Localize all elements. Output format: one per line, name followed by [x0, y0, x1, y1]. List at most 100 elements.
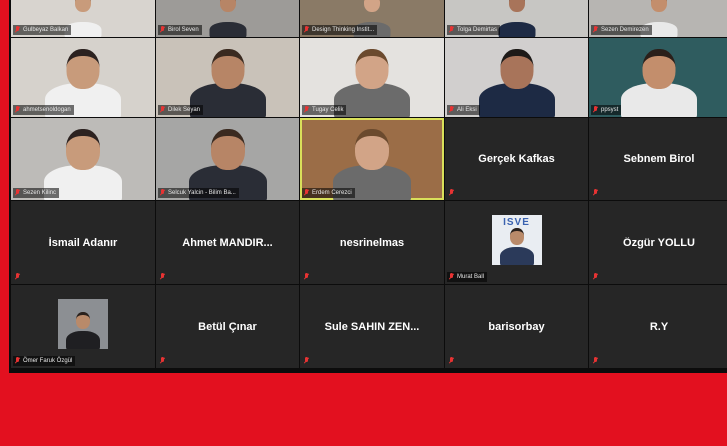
participant-name-label: Ali Eksi — [457, 107, 477, 113]
participant-tile[interactable]: Dilek Seyan — [156, 38, 299, 117]
participant-name-tag: Selcuk Yalcin - Bilim Ba... — [158, 188, 239, 198]
participant-name-label: ahmetsenoldogan — [23, 107, 71, 113]
participant-name-label: Ömer Faruk Özgül — [23, 358, 73, 364]
profile-photo-body — [66, 330, 100, 349]
participant-profile-photo: ISVE — [491, 214, 542, 265]
mic-muted-icon — [303, 189, 310, 197]
participant-name-tag: Tolga Demirtas — [447, 25, 501, 35]
participant-tile[interactable]: Selcuk Yalcin - Bilim Ba... — [156, 118, 299, 200]
participant-video-face — [355, 49, 389, 89]
participant-name-tag: Tugay Celik — [302, 105, 347, 115]
participant-tile[interactable]: Ömer Faruk Özgül — [11, 285, 155, 368]
participant-name: R.Y — [649, 320, 669, 333]
participant-tile[interactable]: Özgür YOLLU — [589, 201, 727, 284]
participant-name-label: Selcuk Yalcin - Bilim Ba... — [168, 190, 236, 196]
participant-tile[interactable]: ahmetsenoldogan — [11, 38, 155, 117]
profile-photo-body — [499, 246, 534, 265]
mic-muted-icon — [592, 273, 599, 281]
participant-video-face — [75, 0, 91, 12]
participant-tile[interactable]: Sebnem Birol — [589, 118, 727, 200]
participant-video-face — [210, 129, 245, 170]
participant-tile[interactable]: Sezen Demirezen — [589, 0, 727, 37]
mic-muted-icon — [303, 273, 310, 281]
participant-name: Sule SAHIN ZEN... — [324, 320, 420, 333]
participant-name-label: ppsyst — [601, 107, 619, 113]
participant-name: Sebnem Birol — [623, 153, 695, 165]
participant-tile[interactable]: Sule SAHIN ZEN... — [300, 285, 444, 368]
mic-muted-icon — [448, 357, 455, 365]
profile-photo-logo-text: ISVE — [503, 216, 530, 228]
participant-name-tag: ppsyst — [591, 105, 622, 115]
participant-tile[interactable]: Gulbeyaz Balkan — [11, 0, 155, 37]
participant-name: Özgür YOLLU — [623, 236, 695, 249]
participant-name-label: Tugay Celik — [312, 107, 344, 113]
participant-tile[interactable]: nesrinelmas — [300, 201, 444, 284]
participant-tile[interactable]: barisorbay — [445, 285, 588, 368]
participant-name: İsmail Adanır — [48, 236, 118, 249]
participant-video-face — [66, 129, 100, 170]
mic-muted-icon — [592, 26, 599, 34]
mic-muted-icon — [592, 106, 599, 114]
mic-muted-icon — [592, 189, 599, 197]
mic-muted-icon — [14, 273, 21, 281]
participant-name-tag: Gulbeyaz Balkan — [13, 25, 72, 35]
participant-tile[interactable]: Erdem Cerezci — [300, 118, 444, 200]
participant-tile[interactable]: Ahmet MANDIR... — [156, 201, 299, 284]
mic-muted-icon — [159, 189, 166, 197]
mic-muted-icon — [592, 357, 599, 365]
participant-video-face — [211, 49, 244, 89]
participant-name-tag: Murat Ball — [447, 272, 488, 282]
participant-name: nesrinelmas — [339, 236, 405, 249]
participant-tile[interactable]: Betül Çınar — [156, 285, 299, 368]
participant-name-tag: Dilek Seyan — [158, 105, 204, 115]
participant-name-tag: Sezen Kilinc — [13, 188, 60, 198]
participant-video-face — [219, 0, 236, 12]
participant-tile[interactable]: Sezen Kilinc — [11, 118, 155, 200]
participant-name-label: Gulbeyaz Balkan — [23, 27, 69, 33]
participant-name-tag: Ali Eksi — [447, 105, 480, 115]
participant-name-tag: Sezen Demirezen — [591, 25, 652, 35]
participant-name-label: Sezen Kilinc — [23, 190, 57, 196]
participant-name: Gerçek Kafkas — [478, 153, 555, 165]
participant-name-tag: ahmetsenoldogan — [13, 105, 74, 115]
participant-tile[interactable]: İsmail Adanır — [11, 201, 155, 284]
participant-name-label: Design Thinking Instit... — [312, 27, 375, 33]
mic-muted-icon — [14, 357, 21, 365]
participant-name-tag: Erdem Cerezci — [302, 188, 355, 198]
mic-muted-icon — [159, 273, 166, 281]
participant-name-label: Dilek Seyan — [168, 107, 201, 113]
participant-name-label: Birol Seven — [168, 27, 199, 33]
participant-video-face — [508, 0, 525, 12]
participant-name: barisorbay — [488, 320, 545, 333]
participant-tile[interactable]: Ali Eksi — [445, 38, 588, 117]
participant-video-face — [642, 49, 676, 89]
mic-muted-icon — [159, 106, 166, 114]
participant-profile-photo — [58, 298, 108, 349]
participant-tile[interactable]: Tolga Demirtas — [445, 0, 588, 37]
mic-muted-icon — [14, 189, 21, 197]
participant-name-label: Murat Ball — [457, 274, 485, 280]
participant-name-label: Tolga Demirtas — [457, 27, 498, 33]
participant-video-body — [498, 22, 535, 37]
participant-tile[interactable]: ppsyst — [589, 38, 727, 117]
mic-muted-icon — [448, 189, 455, 197]
profile-photo-face — [76, 311, 90, 329]
mic-muted-icon — [448, 106, 455, 114]
participant-video-face — [66, 49, 100, 89]
participant-name-label: Erdem Cerezci — [312, 190, 352, 196]
mic-muted-icon — [303, 26, 310, 34]
participant-tile[interactable]: R.Y — [589, 285, 727, 368]
participant-tile[interactable]: Design Thinking Instit... — [300, 0, 444, 37]
participant-name-label: Sezen Demirezen — [601, 27, 649, 33]
mic-muted-icon — [14, 26, 21, 34]
participant-video-face — [651, 0, 667, 12]
profile-photo-face — [509, 227, 524, 245]
participant-tile[interactable]: Tugay Celik — [300, 38, 444, 117]
mic-muted-icon — [159, 357, 166, 365]
participant-name-tag: Birol Seven — [158, 25, 202, 35]
participant-tile[interactable]: Birol Seven — [156, 0, 299, 37]
meeting-window: Gulbeyaz Balkan Birol Seven Design Thinkin… — [0, 0, 727, 446]
participant-tile[interactable]: Gerçek Kafkas — [445, 118, 588, 200]
gallery-view: Gulbeyaz Balkan Birol Seven Design Thinkin… — [9, 0, 727, 373]
participant-tile[interactable]: ISVE Murat Ball — [445, 201, 588, 284]
